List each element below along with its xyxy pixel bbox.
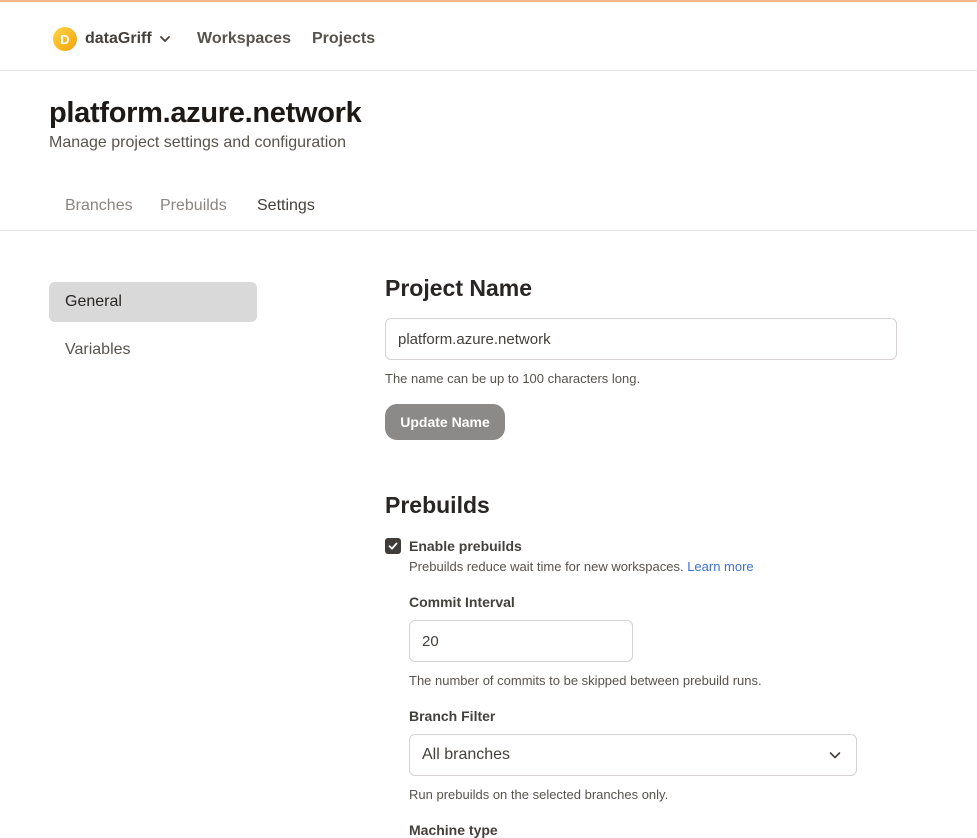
branch-filter-value: All branches [422,746,511,763]
prebuilds-description-text: Prebuilds reduce wait time for new works… [409,559,684,574]
nav-link-workspaces[interactable]: Workspaces [197,30,291,48]
chevron-down-icon [159,33,171,45]
org-name: dataGriff [85,30,152,47]
enable-prebuilds-checkbox[interactable] [385,538,401,554]
sidebar-item-label: General [65,293,122,310]
commit-interval-hint: The number of commits to be skipped betw… [409,673,762,688]
branch-filter-label: Branch Filter [409,708,496,724]
tab-prebuilds[interactable]: Prebuilds [160,197,227,215]
tab-settings[interactable]: Settings [257,197,315,215]
learn-more-link[interactable]: Learn more [687,559,753,574]
checkmark-icon [387,540,399,552]
top-navigation: D dataGriff Workspaces Projects [0,2,977,71]
chevron-down-icon [828,748,842,762]
project-tabs: Branches Prebuilds Settings [0,175,977,231]
sidebar-item-variables[interactable]: Variables [49,330,257,370]
project-name-hint: The name can be up to 100 characters lon… [385,371,641,386]
branch-filter-select[interactable]: All branches [409,734,857,776]
org-avatar: D [53,27,77,51]
project-name-heading: Project Name [385,275,533,301]
nav-link-projects[interactable]: Projects [312,30,375,48]
update-name-button[interactable]: Update Name [385,404,505,440]
page-title: platform.azure.network [49,97,362,129]
prebuilds-description: Prebuilds reduce wait time for new works… [409,559,754,574]
project-name-input[interactable] [385,318,897,360]
sidebar-item-label: Variables [65,341,131,358]
enable-prebuilds-label[interactable]: Enable prebuilds [409,538,522,554]
branch-filter-hint: Run prebuilds on the selected branches o… [409,787,669,802]
prebuilds-heading: Prebuilds [385,492,490,518]
tab-branches[interactable]: Branches [65,197,133,215]
sidebar-item-general[interactable]: General [49,282,257,322]
page-subtitle: Manage project settings and configuratio… [49,134,347,151]
commit-interval-input[interactable] [409,620,633,662]
org-switcher[interactable]: D dataGriff [53,26,171,52]
commit-interval-label: Commit Interval [409,594,515,610]
